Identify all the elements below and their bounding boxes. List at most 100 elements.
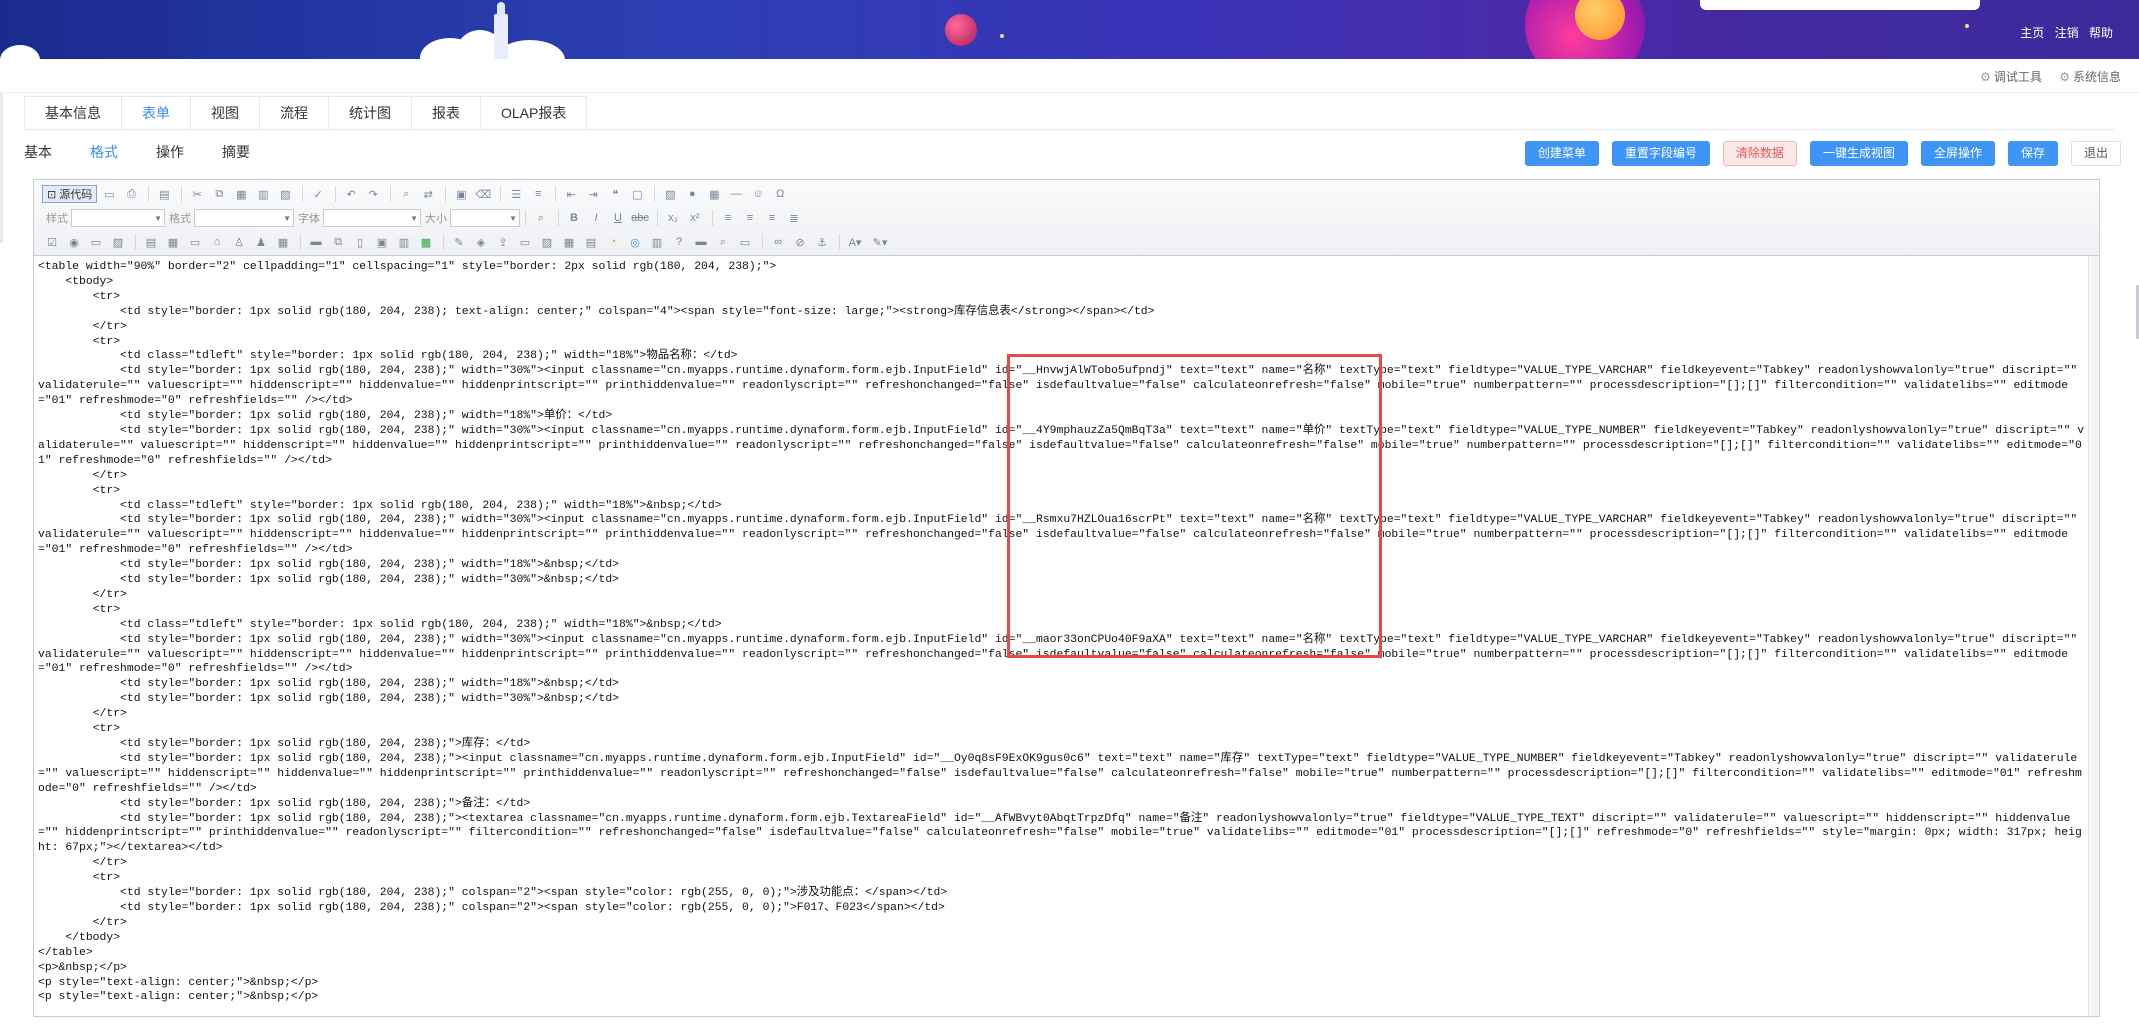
full-screen-button[interactable]: 全屏操作 — [1920, 141, 1995, 166]
tab-olap-report[interactable]: OLAP报表 — [481, 96, 588, 129]
editor-scrollbar[interactable] — [2088, 256, 2099, 1016]
select-all-icon[interactable]: ▣ — [451, 185, 471, 203]
tab-stat-chart[interactable]: 统计图 — [329, 96, 412, 129]
left-collapse-bar[interactable] — [0, 93, 3, 243]
text-field-icon[interactable]: ▭ — [185, 233, 205, 251]
hr-icon[interactable]: ― — [726, 185, 746, 203]
generate-view-button[interactable]: 一键生成视图 — [1809, 141, 1908, 166]
table-icon[interactable]: ▦ — [704, 185, 724, 203]
help-link[interactable]: 帮助 — [2089, 26, 2113, 40]
subscript-icon[interactable]: x₂ — [663, 209, 683, 227]
align-right-icon[interactable]: ≡ — [762, 209, 782, 227]
image-field-icon[interactable]: ▨ — [108, 233, 128, 251]
bold-icon[interactable]: B — [564, 209, 584, 227]
debug-tool-link[interactable]: ⚙ 调试工具 — [1980, 70, 2042, 84]
smiley-icon[interactable]: ☺ — [748, 185, 768, 203]
image-icon[interactable]: ▨ — [660, 185, 680, 203]
tab-field-icon[interactable]: ▥ — [394, 233, 414, 251]
create-menu-button[interactable]: 创建菜单 — [1524, 141, 1599, 166]
remove-format-icon[interactable]: ⌫ — [473, 185, 493, 203]
copy-icon[interactable]: ⧉ — [209, 185, 229, 203]
save-button[interactable]: 保存 — [2007, 141, 2058, 166]
home-field-icon[interactable]: ⌂ — [207, 233, 227, 251]
search-input[interactable] — [1700, 0, 1980, 10]
outdent-icon[interactable]: ⇤ — [561, 185, 581, 203]
flow-icon[interactable]: ◎ — [625, 233, 645, 251]
view-field-icon[interactable]: ▣ — [372, 233, 392, 251]
spellcheck-icon[interactable]: ✓ — [308, 185, 328, 203]
exit-button[interactable]: 退出 — [2070, 141, 2121, 166]
checkbox-field-icon[interactable]: ☑ — [42, 233, 62, 251]
user-field-icon[interactable]: ♙ — [229, 233, 249, 251]
layer-icon[interactable]: ◈ — [471, 233, 491, 251]
align-center-icon[interactable]: ≡ — [740, 209, 760, 227]
qrcode-icon[interactable]: ▥ — [647, 233, 667, 251]
underline-icon[interactable]: U — [608, 209, 628, 227]
reset-field-no-button[interactable]: 重置字段编号 — [1611, 141, 1710, 166]
find-icon[interactable]: ⌕ — [396, 185, 416, 203]
font-select[interactable]: ▼ — [323, 209, 421, 227]
strikethrough-icon[interactable]: abc — [630, 209, 650, 227]
source-code-area[interactable]: <table width="90%" border="2" cellpaddin… — [38, 260, 2088, 1010]
align-justify-icon[interactable]: ≣ — [784, 209, 804, 227]
unlink-icon[interactable]: ⊘ — [790, 233, 810, 251]
dept-field-icon[interactable]: ♟ — [251, 233, 271, 251]
calendar-icon[interactable]: ▦ — [559, 233, 579, 251]
align-left-icon[interactable]: ≡ — [718, 209, 738, 227]
div-icon[interactable]: ▢ — [627, 185, 647, 203]
upload-icon[interactable]: ⇪ — [493, 233, 513, 251]
anchor-icon[interactable]: ⚓ — [812, 233, 832, 251]
doc-field-icon[interactable]: ▯ — [350, 233, 370, 251]
report-icon[interactable]: ▤ — [581, 233, 601, 251]
preview-icon[interactable]: ▭ — [99, 185, 119, 203]
button-field-icon[interactable]: ▭ — [86, 233, 106, 251]
minus-icon[interactable]: ▬ — [691, 233, 711, 251]
grid-field-icon[interactable]: ▦ — [273, 233, 293, 251]
tab-basic-info[interactable]: 基本信息 — [24, 96, 122, 129]
print-icon[interactable]: ⎙ — [121, 185, 141, 203]
subtab-operation[interactable]: 操作 — [156, 140, 184, 164]
template-icon[interactable]: ▤ — [154, 185, 174, 203]
style-select[interactable]: ▼ — [71, 209, 165, 227]
ordered-list-icon[interactable]: ☰ — [506, 185, 526, 203]
bg-color-icon[interactable]: ✎▾ — [867, 233, 893, 251]
home-link[interactable]: 主页 — [2020, 26, 2044, 40]
paste-word-icon[interactable]: ▧ — [275, 185, 295, 203]
subtab-format[interactable]: 格式 — [90, 140, 118, 164]
line-field-icon[interactable]: ▬ — [306, 233, 326, 251]
copy-field-icon[interactable]: ⧉ — [328, 233, 348, 251]
radio-field-icon[interactable]: ◉ — [64, 233, 84, 251]
excel-field-icon[interactable]: ▩ — [416, 233, 436, 251]
superscript-icon[interactable]: x² — [685, 209, 705, 227]
undo-icon[interactable]: ↶ — [341, 185, 361, 203]
replace-icon[interactable]: ⇄ — [418, 185, 438, 203]
source-code-button[interactable]: ⊡ 源代码 — [42, 185, 98, 203]
pen-icon[interactable]: ✎ — [449, 233, 469, 251]
indent-icon[interactable]: ⇥ — [583, 185, 603, 203]
flash-icon[interactable]: ● — [682, 185, 702, 203]
search-icon[interactable]: ⌕ — [713, 233, 733, 251]
question-icon[interactable]: ? — [669, 233, 689, 251]
tab-flow[interactable]: 流程 — [260, 96, 329, 129]
special-char-icon[interactable]: Ω — [770, 185, 790, 203]
more-icon[interactable]: ▭ — [735, 233, 755, 251]
bullet-list-icon[interactable]: ≡ — [528, 185, 548, 203]
paste-text-icon[interactable]: ▥ — [253, 185, 273, 203]
logout-link[interactable]: 注销 — [2055, 26, 2079, 40]
format-select[interactable]: ▼ — [194, 209, 294, 227]
paste-icon[interactable]: ▦ — [231, 185, 251, 203]
subtab-summary[interactable]: 摘要 — [222, 140, 250, 164]
link-icon[interactable]: ∞ — [768, 233, 788, 251]
clear-data-button[interactable]: 清除数据 — [1722, 141, 1797, 166]
size-select[interactable]: ▼ — [450, 209, 520, 227]
find-icon[interactable]: ⌕ — [531, 209, 551, 227]
redo-icon[interactable]: ↷ — [363, 185, 383, 203]
cut-icon[interactable]: ✂ — [187, 185, 207, 203]
form-element-icon[interactable]: ▤ — [141, 233, 161, 251]
date-field-icon[interactable]: ▦ — [163, 233, 183, 251]
tab-report[interactable]: 报表 — [412, 96, 481, 129]
subtab-basic[interactable]: 基本 — [24, 140, 52, 164]
chart-icon[interactable]: ◔ — [603, 233, 623, 251]
tab-form[interactable]: 表单 — [122, 96, 191, 129]
text-color-icon[interactable]: A▾ — [845, 233, 865, 251]
